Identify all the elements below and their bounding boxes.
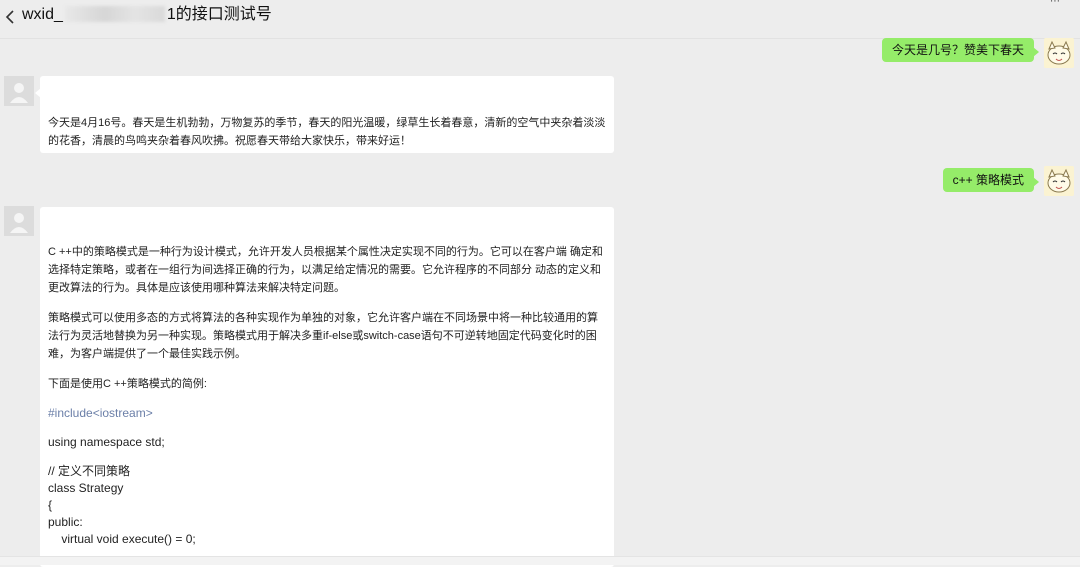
code-comment-line: // 定义不同策略 [48,464,131,478]
code-method-line: virtual void execute() = 0; [48,532,196,546]
message-paragraph: C ++中的策略模式是一种行为设计模式，允许开发人员根据某个属性决定实现不同的行… [48,246,603,294]
message-paragraph: 今天是4月16号。春天是生机勃勃，万物复苏的季节，春天的阳光温暖，绿草生长着春意… [48,117,606,147]
my-message-bubble: 今天是几号？赞美下春天 [881,38,1040,62]
chevron-left-icon[interactable] [4,7,18,27]
default-avatar-icon[interactable] [4,76,34,106]
cat-avatar-icon[interactable] [1044,166,1074,196]
code-include-line: #include<iostream> [48,406,153,420]
chat-title-prefix: wxid_ [22,6,63,23]
message-text: c++ 策略模式 [952,173,1024,187]
more-icon[interactable]: ⋯ [1050,0,1064,7]
my-message-bubble: c++ 策略模式 [942,168,1040,192]
default-avatar-icon[interactable] [4,206,34,236]
bot-message-bubble: 今天是4月16号。春天是生机勃勃，万物复苏的季节，春天的阳光温暖，绿草生长着春意… [35,76,614,153]
bot-message-bubble: C ++中的策略模式是一种行为设计模式，允许开发人员根据某个属性决定实现不同的行… [40,207,614,567]
chat-title: wxid_ 1的接口测试号 [22,5,272,25]
code-namespace-line: using namespace std; [48,435,165,449]
code-public-line: public: [48,515,83,529]
redacted-block [64,6,165,22]
code-class-line: class Strategy [48,481,124,495]
message-text: 今天是几号？赞美下春天 [891,43,1024,57]
message-paragraph: 下面是使用C ++策略模式的简例: [48,378,207,390]
message-paragraph: 策略模式可以使用多态的方式将算法的各种实现作为单独的对象，它允许客户端在不同场景… [48,312,598,360]
chat-header: wxid_ 1的接口测试号 ⋯ [0,0,1080,39]
code-brace-line: { [48,498,53,512]
chat-title-suffix: 1的接口测试号 [166,6,272,23]
cat-avatar-icon[interactable] [1044,38,1074,68]
